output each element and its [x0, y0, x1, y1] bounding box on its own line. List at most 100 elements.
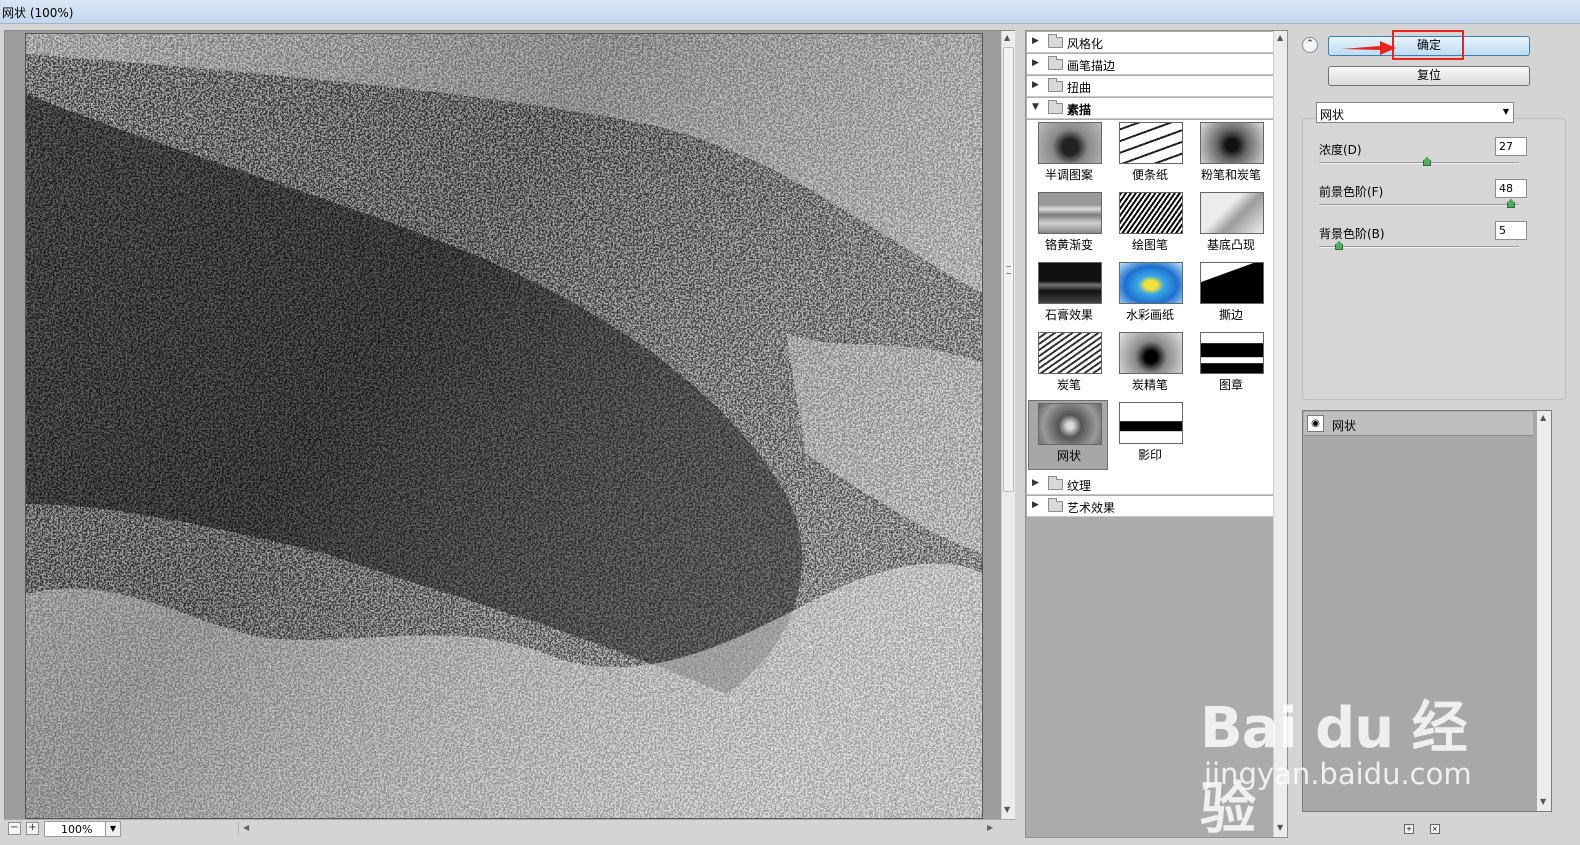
chrome-thumb — [1038, 192, 1102, 234]
filter-label: 网状 — [1056, 449, 1081, 463]
halftone-thumb — [1038, 122, 1102, 164]
folder-icon — [1048, 476, 1063, 490]
preview-zoom-bar: − + 100% ▼ ◀ ▶ — [4, 819, 1015, 838]
collapse-gallery-icon[interactable]: ⌃ — [1302, 37, 1318, 53]
scroll-up-icon[interactable]: ▲ — [1540, 413, 1546, 422]
expand-arrow-icon[interactable]: ▶ — [1032, 500, 1039, 510]
category-label: 风格化 — [1067, 37, 1104, 51]
gallery-scrollbar[interactable]: ▲ ▼ — [1273, 31, 1287, 837]
filter-label: 石膏效果 — [1044, 308, 1093, 322]
category-distort[interactable]: ▶ 扭曲 — [1027, 76, 1273, 97]
filter-stamp[interactable]: 图章 — [1191, 330, 1271, 400]
filter-label: 炭精笔 — [1131, 378, 1168, 392]
filter-label: 撕边 — [1218, 308, 1243, 322]
density-input[interactable]: 27 — [1495, 137, 1527, 156]
expand-arrow-icon[interactable]: ▶ — [1032, 36, 1039, 46]
expand-arrow-icon[interactable]: ▶ — [1032, 80, 1039, 90]
filter-torn-edges[interactable]: 撕边 — [1191, 260, 1271, 330]
background-level-input[interactable]: 5 — [1495, 221, 1527, 240]
filter-label: 粉笔和炭笔 — [1200, 168, 1261, 182]
filter-halftone-pattern[interactable]: 半调图案 — [1029, 120, 1109, 190]
filter-parameters: 浓度(D) 27 前景色阶(F) 48 背景色阶(B) 5 — [1302, 118, 1566, 400]
param-background-level: 背景色阶(B) 5 — [1319, 221, 1529, 263]
scroll-down-icon[interactable]: ▼ — [1540, 797, 1546, 806]
category-stylize[interactable]: ▶ 风格化 — [1027, 32, 1273, 53]
background-slider-knob[interactable] — [1335, 241, 1343, 250]
preview-vertical-scrollbar[interactable]: ▲ ▼ — [1001, 31, 1015, 819]
scroll-right-icon[interactable]: ▶ — [987, 823, 993, 832]
filter-select-value: 网状 — [1320, 108, 1345, 122]
new-effect-layer-icon[interactable]: + — [1404, 824, 1414, 834]
expand-arrow-icon[interactable]: ▶ — [1032, 58, 1039, 68]
eye-icon[interactable]: ◉ — [1307, 415, 1324, 432]
zoom-level-field[interactable]: 100% — [44, 821, 106, 837]
foreground-level-input[interactable]: 48 — [1495, 179, 1527, 198]
chalk-charcoal-thumb — [1200, 122, 1264, 164]
filter-chalk-charcoal[interactable]: 粉笔和炭笔 — [1191, 120, 1271, 190]
reticulation-preview-graphic — [26, 34, 982, 818]
filter-conte-crayon[interactable]: 炭精笔 — [1110, 330, 1190, 400]
filter-graphic-pen[interactable]: 绘图笔 — [1110, 190, 1190, 260]
filter-chrome[interactable]: 铬黄渐变 — [1029, 190, 1109, 260]
filter-plaster[interactable]: 石膏效果 — [1029, 260, 1109, 330]
scroll-down-icon[interactable]: ▼ — [1277, 823, 1283, 832]
zoom-out-button[interactable]: − — [8, 822, 21, 835]
filter-label: 便条纸 — [1131, 168, 1168, 182]
note-paper-thumb — [1119, 122, 1183, 164]
param-label: 浓度(D) — [1319, 143, 1362, 157]
reset-button[interactable]: 复位 — [1328, 66, 1530, 86]
zoom-in-button[interactable]: + — [26, 822, 39, 835]
density-slider-knob[interactable] — [1423, 157, 1431, 166]
filter-water-paper[interactable]: 水彩画纸 — [1110, 260, 1190, 330]
background-slider-track[interactable] — [1319, 246, 1519, 248]
scroll-thumb[interactable] — [1003, 47, 1014, 492]
filter-label: 图章 — [1218, 378, 1243, 392]
scroll-up-icon[interactable]: ▲ — [1277, 33, 1283, 42]
folder-icon — [1048, 34, 1063, 48]
filter-reticulation[interactable]: 网状 — [1028, 400, 1108, 470]
param-label: 前景色阶(F) — [1319, 185, 1384, 199]
filter-select-dropdown[interactable]: 网状 ▼ — [1316, 102, 1514, 123]
chevron-down-icon[interactable]: ▼ — [1503, 107, 1509, 116]
folder-icon — [1048, 56, 1063, 70]
category-texture[interactable]: ▶ 纹理 — [1027, 474, 1273, 495]
density-slider-track[interactable] — [1319, 162, 1519, 164]
filter-charcoal[interactable]: 炭笔 — [1029, 330, 1109, 400]
foreground-slider-knob[interactable] — [1507, 199, 1515, 208]
ok-button[interactable]: 确定 — [1328, 36, 1530, 56]
filter-label: 水彩画纸 — [1125, 308, 1174, 322]
collapse-arrow-icon[interactable]: ▼ — [1032, 102, 1039, 112]
filter-label: 炭笔 — [1056, 378, 1081, 392]
filter-bas-relief[interactable]: 基底凸现 — [1191, 190, 1271, 260]
scroll-left-icon[interactable]: ◀ — [243, 823, 249, 832]
reticulation-thumb — [1038, 403, 1102, 445]
filter-photocopy[interactable]: 影印 — [1110, 400, 1190, 470]
effect-layer-row[interactable]: ◉ 网状 — [1304, 412, 1533, 436]
category-brush-strokes[interactable]: ▶ 画笔描边 — [1027, 54, 1273, 75]
layers-scrollbar[interactable]: ▲ ▼ — [1537, 411, 1551, 811]
foreground-slider-track[interactable] — [1319, 204, 1519, 206]
category-label: 艺术效果 — [1067, 501, 1116, 515]
plaster-thumb — [1038, 262, 1102, 304]
window-title: 网状 (100%) — [2, 6, 74, 20]
folder-open-icon — [1048, 100, 1063, 114]
filter-note-paper[interactable]: 便条纸 — [1110, 120, 1190, 190]
preview-image[interactable] — [25, 33, 983, 819]
zoom-dropdown-icon[interactable]: ▼ — [105, 821, 121, 837]
category-sketch[interactable]: ▼ 素描 — [1027, 98, 1273, 119]
delete-effect-layer-icon[interactable]: × — [1429, 824, 1440, 834]
sketch-filter-thumbnails: 半调图案 便条纸 粉笔和炭笔 铬黄渐变 绘图笔 基底凸现 石膏效果 水彩画纸 撕… — [1027, 120, 1273, 474]
preview-horizontal-scrollbar[interactable]: ◀ ▶ — [238, 822, 1000, 836]
effect-layer-name: 网状 — [1332, 419, 1357, 433]
layer-tools: + × — [1404, 820, 1452, 834]
filter-label: 绘图笔 — [1131, 238, 1168, 252]
param-label: 背景色阶(B) — [1319, 227, 1385, 241]
filter-label: 影印 — [1137, 448, 1162, 462]
filter-label: 基底凸现 — [1206, 238, 1255, 252]
expand-arrow-icon[interactable]: ▶ — [1032, 478, 1039, 488]
stamp-thumb — [1200, 332, 1264, 374]
scroll-down-icon[interactable]: ▼ — [1004, 805, 1010, 814]
scroll-up-icon[interactable]: ▲ — [1004, 33, 1010, 42]
category-artistic[interactable]: ▶ 艺术效果 — [1027, 496, 1273, 517]
photocopy-thumb — [1119, 402, 1183, 444]
